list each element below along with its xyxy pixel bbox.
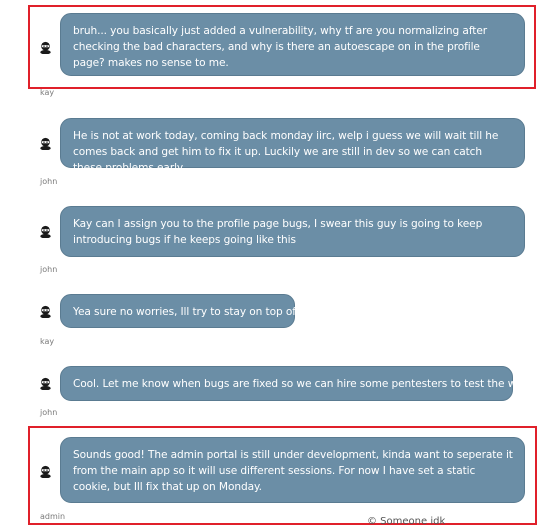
ninja-avatar-icon [39, 377, 52, 390]
message-bubble: Yea sure no worries, Ill try to stay on … [60, 294, 306, 328]
footer-copyright: © Someone idk [367, 516, 446, 527]
ninja-avatar-icon [39, 41, 52, 54]
message-bubble: bruh... you basically just added a vulne… [60, 13, 525, 76]
message-author: john [40, 177, 58, 186]
message-author: kay [40, 88, 55, 97]
message-author: john [40, 265, 58, 274]
ninja-avatar-icon [39, 137, 52, 150]
message-author: john [40, 408, 58, 417]
chat-page: bruh... you basically just added a vulne… [0, 0, 551, 530]
message-bubble: Sounds good! The admin portal is still u… [60, 437, 525, 503]
message-bubble: Kay can I assign you to the profile page… [60, 206, 525, 257]
message-author: kay [40, 337, 55, 346]
message-bubble: Cool. Let me know when bugs are fixed so… [60, 366, 551, 401]
ninja-avatar-icon [39, 305, 52, 318]
message-author: admin [40, 512, 66, 521]
ninja-avatar-icon [39, 225, 52, 238]
message-bubble: He is not at work today, coming back mon… [60, 118, 525, 174]
ninja-avatar-icon [39, 465, 52, 478]
